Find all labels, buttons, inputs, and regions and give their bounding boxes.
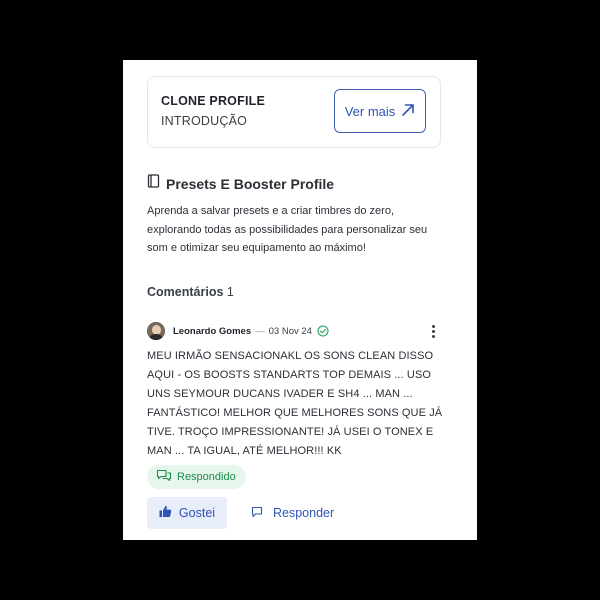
- course-section: INTRODUÇÃO: [161, 114, 248, 128]
- meta-separator: —: [255, 325, 265, 337]
- reply-icon: [251, 506, 263, 521]
- lesson-title: Presets E Booster Profile: [166, 175, 335, 192]
- answered-badge: Respondido: [147, 465, 246, 489]
- avatar[interactable]: [147, 322, 165, 340]
- more-options-icon[interactable]: [428, 323, 439, 340]
- course-title: CLONE PROFILE: [161, 94, 265, 108]
- lesson-header: Presets E Booster Profile: [147, 174, 334, 193]
- course-card: CLONE PROFILE INTRODUÇÃO Ver mais: [147, 76, 441, 148]
- like-label: Gostei: [178, 506, 216, 520]
- lesson-panel: CLONE PROFILE INTRODUÇÃO Ver mais Preset…: [123, 60, 477, 540]
- comment-actions: Gostei Responder: [147, 497, 334, 529]
- lesson-description: Aprenda a salvar presets e a criar timbr…: [147, 205, 428, 254]
- answered-label: Respondido: [177, 471, 236, 483]
- comment-author[interactable]: Leonardo Gomes: [173, 326, 251, 337]
- comment-header: Leonardo Gomes — 03 Nov 24: [147, 321, 439, 341]
- see-more-label: Ver mais: [344, 103, 396, 119]
- like-button[interactable]: Gostei: [147, 497, 227, 529]
- thumbs-up-icon: [159, 505, 172, 521]
- comments-label: Comentários: [147, 285, 224, 299]
- chat-bubbles-icon: [156, 469, 172, 485]
- reply-button[interactable]: Responder: [251, 497, 334, 529]
- book-icon: [147, 174, 160, 193]
- comments-heading: Comentários 1: [147, 285, 234, 299]
- comments-count: 1: [226, 285, 234, 299]
- check-circle-icon: [317, 325, 329, 337]
- reply-label: Responder: [273, 506, 335, 520]
- comment-text: MEU IRMÃO SENSACIONAKL OS SONS CLEAN DIS…: [147, 350, 443, 457]
- comment-date: 03 Nov 24: [268, 325, 312, 337]
- arrow-up-right-icon: [401, 103, 415, 120]
- see-more-button[interactable]: Ver mais: [334, 89, 426, 133]
